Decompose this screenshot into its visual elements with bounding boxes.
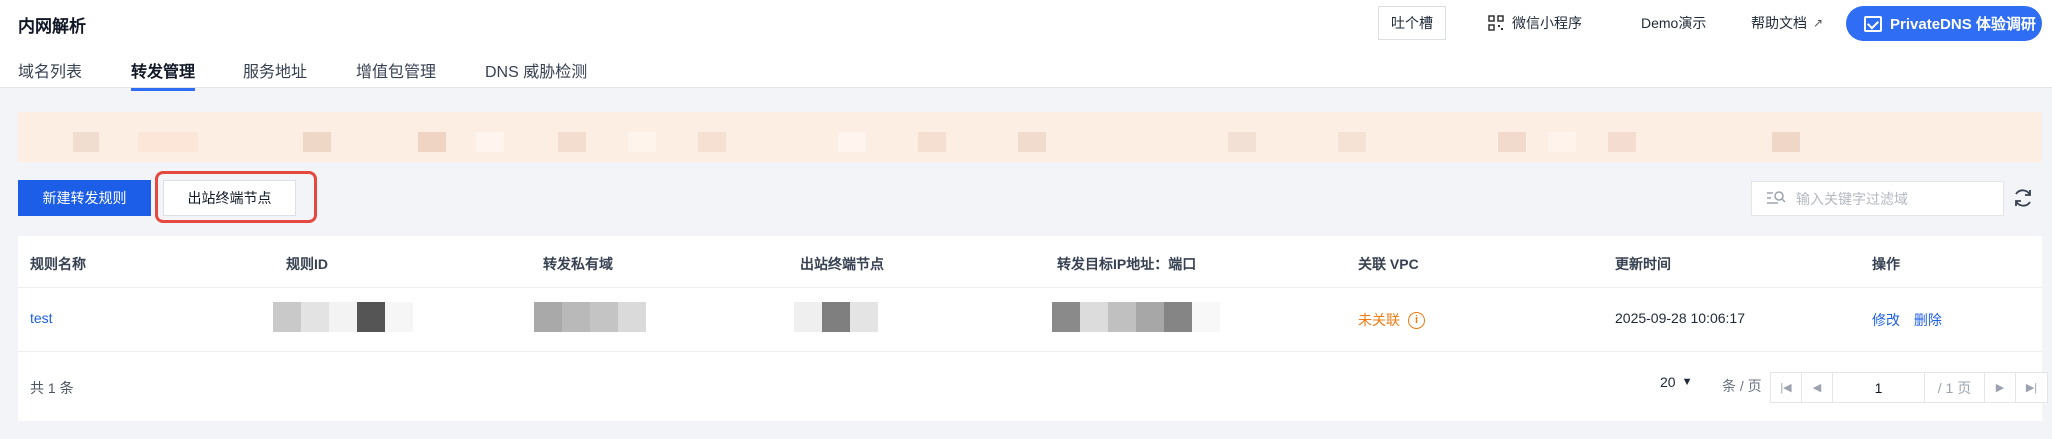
survey-button[interactable]: PrivateDNS 体验调研 [1846,6,2042,41]
tab-domain-list[interactable]: 域名列表 [18,58,82,82]
external-link-icon: ↗ [1813,16,1824,30]
column-linked-vpc: 关联 VPC [1358,256,1419,272]
prev-page-icon[interactable]: ◀ [1802,373,1833,402]
page-size-value: 20 [1660,374,1676,390]
vpc-status: 未关联 i [1358,310,1425,330]
delete-link[interactable]: 删除 [1914,312,1942,328]
rule-id-redacted [273,302,413,332]
column-updated-time: 更新时间 [1615,256,1671,272]
outbound-endpoint-button[interactable]: 出站终端节点 [163,180,296,216]
refresh-icon[interactable] [2012,187,2034,209]
header: 内网解析 吐个槽 微信小程序 Demo演示 帮助文档 ↗ PrivateDNS … [0,0,2052,88]
forward-rules-table: 规则名称 规则ID 转发私有域 出站终端节点 转发目标IP地址：端口 关联 VP… [18,236,2048,421]
column-rule-name: 规则名称 [30,256,86,272]
feedback-button[interactable]: 吐个槽 [1378,6,1446,40]
column-actions: 操作 [1872,256,1900,272]
feedback-label: 吐个槽 [1391,15,1433,31]
notice-banner [18,112,2042,162]
row-actions: 修改 删除 [1872,310,1942,330]
miniprogram-button[interactable]: 微信小程序 [1488,6,1582,40]
target-ip-redacted [1052,302,1220,332]
column-outbound-endpoint: 出站终端节点 [800,256,884,272]
tab-forward-management[interactable]: 转发管理 [131,58,195,82]
page-size-select[interactable]: 20 ▼ [1660,374,1692,390]
tab-addon-packages[interactable]: 增值包管理 [356,58,436,82]
info-icon[interactable]: i [1408,311,1425,329]
last-page-icon[interactable]: ▶| [2016,373,2047,402]
docs-link[interactable]: 帮助文档 ↗ [1751,6,1823,40]
table-footer: 共 1 条 20 ▼ 条 / 页 |◀ ◀ / 1 页 ▶ ▶| [18,352,2048,421]
forward-domain-redacted [534,302,646,332]
survey-label: PrivateDNS 体验调研 [1890,16,2036,33]
active-tab-indicator [131,88,195,91]
next-page-icon[interactable]: ▶ [1985,373,2016,402]
total-count: 共 1 条 [30,380,74,396]
create-forward-rule-button[interactable]: 新建转发规则 [18,180,151,216]
table-row: test 未关联 i 2025-09-28 10:06:17 修改 删除 [18,288,2042,352]
demo-button[interactable]: Demo演示 [1641,6,1706,40]
search-box [1751,181,2004,216]
page-number-input[interactable] [1833,373,1925,402]
chevron-down-icon: ▼ [1681,376,1693,388]
tab-service-address[interactable]: 服务地址 [243,58,307,82]
miniprogram-label: 微信小程序 [1512,15,1582,31]
demo-label: Demo演示 [1641,15,1707,31]
docs-label: 帮助文档 [1751,15,1807,31]
pagination: |◀ ◀ / 1 页 ▶ ▶| [1770,372,2048,403]
edit-link[interactable]: 修改 [1872,312,1900,328]
search-input[interactable] [1796,190,1996,207]
first-page-icon[interactable]: |◀ [1771,373,1802,402]
updated-time: 2025-09-28 10:06:17 [1615,310,1745,326]
table-header: 规则名称 规则ID 转发私有域 出站终端节点 转发目标IP地址：端口 关联 VP… [18,236,2042,288]
survey-icon [1864,15,1882,32]
per-page-label: 条 / 页 [1722,378,1762,394]
qrcode-icon [1488,15,1504,31]
endpoint-redacted [794,302,878,332]
page-title: 内网解析 [18,17,86,36]
tab-dns-threat-detection[interactable]: DNS 威胁检测 [485,58,587,82]
filter-search-icon [1767,190,1786,204]
column-target-ip-port: 转发目标IP地址：端口 [1057,256,1197,272]
rule-name-link[interactable]: test [30,310,53,326]
column-rule-id: 规则ID [286,256,328,272]
column-forward-domain: 转发私有域 [543,256,613,272]
vpc-status-label: 未关联 [1358,312,1400,328]
total-pages: / 1 页 [1925,373,1985,402]
